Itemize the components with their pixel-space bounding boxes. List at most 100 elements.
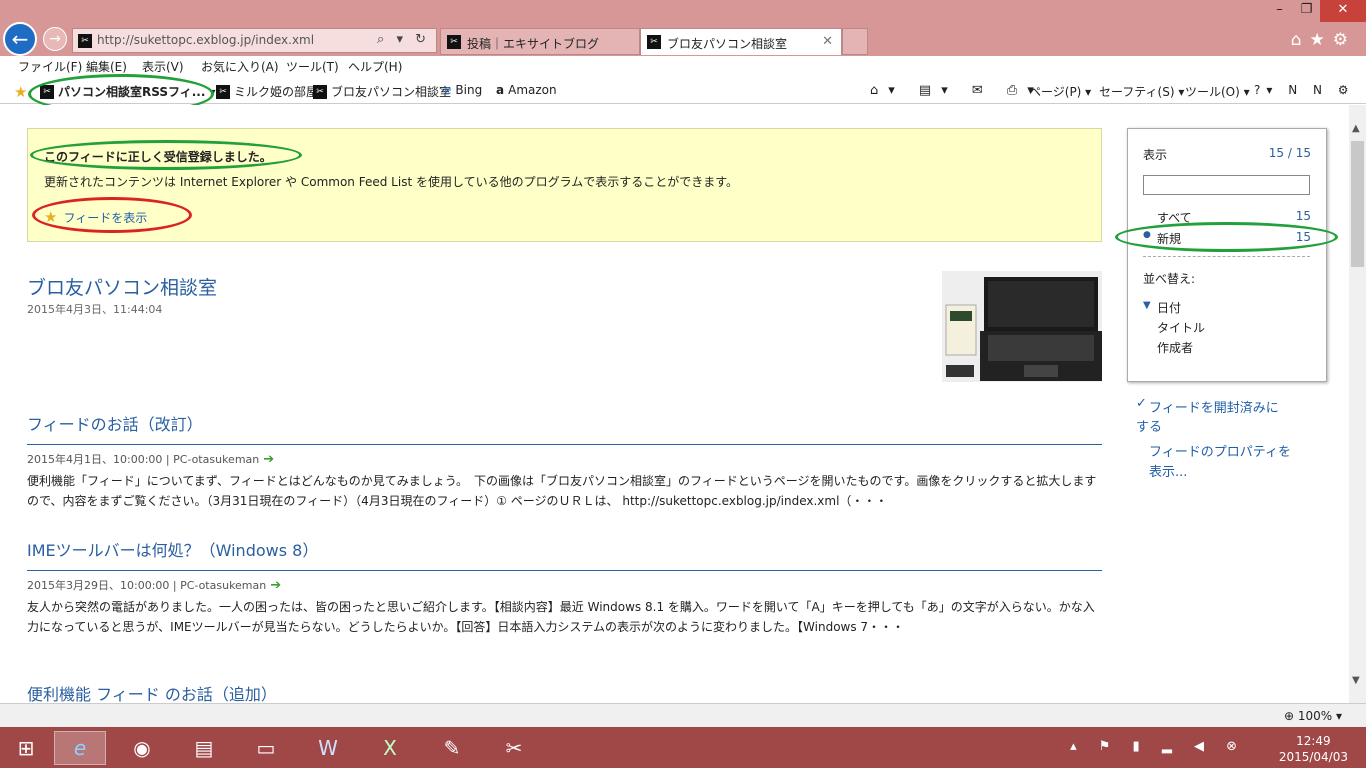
subscribed-message: このフィードに正しく受信登録しました。	[44, 150, 272, 164]
menu-help[interactable]: ヘルプ(H)	[348, 58, 402, 75]
address-bar[interactable]: ✂ http://sukettopc.exblog.jp/index.xml ⌕…	[72, 28, 437, 53]
snipping-taskbar-icon[interactable]: ✂	[488, 731, 540, 765]
page-menu[interactable]: ページ(P) ▾	[1029, 83, 1091, 100]
article-2: IMEツールバーは何処？（Windows 8） 2015年3月29日、10:00…	[27, 537, 1102, 637]
feed-filter-panel: 表示 15 / 15 すべて 15 ● 新規 15 並べ替え: ▼ 日付 タイト…	[1127, 128, 1327, 382]
scroll-up-icon[interactable]: ▲	[1352, 123, 1360, 134]
sort-date[interactable]: 日付	[1157, 299, 1181, 316]
tab-close-icon[interactable]: ✕	[822, 34, 833, 49]
subscribe-banner: このフィードに正しく受信登録しました。 更新されたコンテンツは Internet…	[27, 128, 1102, 242]
menu-edit[interactable]: 編集(E)	[86, 58, 127, 75]
view-feed-link[interactable]: ★ フィードを表示	[44, 208, 147, 226]
feed-image[interactable]	[942, 271, 1102, 382]
mark-read-link[interactable]: フィードを開封済みに	[1149, 397, 1279, 416]
scroll-down-icon[interactable]: ▼	[1352, 675, 1360, 686]
feed-page: このフィードに正しく受信登録しました。 更新されたコンテンツは Internet…	[0, 105, 1349, 703]
minimize-button[interactable]: –	[1266, 0, 1293, 22]
back-button[interactable]: ←	[3, 22, 37, 56]
home-favorites-tools-icons[interactable]: ⌂★⚙	[1291, 30, 1356, 50]
help-onenote-icons[interactable]: ?▾ N N ⚙	[1254, 83, 1355, 97]
display-count: 15 / 15	[1268, 146, 1311, 160]
zoom-level[interactable]: ⊕ 100% ▾	[1284, 709, 1342, 723]
feeds-dropdown-label: パソコン相談室RSSフィ...	[58, 85, 206, 99]
menu-favorites[interactable]: お気に入り(A)	[201, 58, 279, 75]
filter-new-count: 15	[1295, 230, 1311, 244]
site-favicon: ✂	[78, 34, 92, 48]
clock-time: 12:49	[1296, 734, 1331, 748]
filter-new[interactable]: 新規	[1157, 230, 1181, 247]
zoom-value: 100%	[1297, 709, 1333, 723]
sort-label: 並べ替え:	[1143, 272, 1196, 286]
bullet-icon: ●	[1143, 230, 1151, 240]
article-title[interactable]: 便利機能 フィード のお話（追加）	[27, 681, 1102, 703]
contacts-taskbar-icon[interactable]: ▤	[178, 731, 230, 765]
filter-all[interactable]: すべて	[1157, 209, 1192, 226]
home-feed-mail-print-icons[interactable]: ⌂▾ ▤▾ ✉ ⎙▾	[870, 83, 1044, 98]
article-meta: 2015年4月1日、10:00:00 | PC-otasukeman	[27, 453, 260, 466]
feed-search-input[interactable]	[1143, 175, 1310, 195]
close-window-button[interactable]: ✕	[1320, 0, 1366, 22]
article-body: 便利機能「フィード」についてまず、フィードとはどんなものか見てみましょう。 下の…	[27, 474, 1097, 508]
view-feed-label: フィードを表示	[63, 210, 148, 225]
fav-label: Amazon	[508, 83, 557, 97]
window-controls: – ❐ ✕	[1266, 0, 1366, 22]
fav-favicon: ✂	[313, 84, 327, 99]
menu-bar: ファイル(F) 編集(E) 表示(V) お気に入り(A) ツール(T) ヘルプ(…	[0, 56, 1366, 78]
menu-file[interactable]: ファイル(F)	[18, 58, 82, 75]
new-tab-button[interactable]	[842, 28, 868, 55]
go-arrow-icon[interactable]: ➔	[270, 578, 281, 593]
display-label: 表示	[1143, 148, 1168, 162]
amazon-icon: a	[496, 83, 505, 97]
address-url[interactable]: http://sukettopc.exblog.jp/index.xml	[97, 33, 314, 47]
feed-properties-link-cont[interactable]: 表示...	[1149, 461, 1187, 480]
vertical-scrollbar[interactable]: ▲ ▼	[1349, 105, 1366, 703]
star-icon: ★	[44, 208, 58, 226]
word-taskbar-icon[interactable]: W	[302, 731, 354, 765]
favorites-star-icon[interactable]: ★	[14, 83, 27, 101]
status-bar: ⊕ 100% ▾	[0, 703, 1366, 727]
menu-tools[interactable]: ツール(T)	[286, 58, 339, 75]
feed-title[interactable]: ブロ友パソコン相談室	[27, 273, 217, 300]
sort-desc-icon: ▼	[1143, 300, 1151, 311]
tools-menu[interactable]: ツール(O) ▾	[1185, 83, 1250, 100]
sort-title[interactable]: タイトル	[1157, 319, 1205, 336]
divider	[1143, 256, 1310, 257]
fav-label: ブロ友パソコン相談室	[331, 85, 452, 99]
tab-label: ブロ友パソコン相談室	[667, 37, 788, 51]
chrome-taskbar-icon[interactable]: ◉	[116, 731, 168, 765]
sort-author[interactable]: 作成者	[1157, 339, 1193, 356]
feed-favicon: ✂	[40, 84, 54, 99]
fav-item-amazon[interactable]: a Amazon	[496, 83, 557, 97]
fav-favicon: ✂	[216, 84, 230, 99]
scroll-thumb[interactable]	[1351, 141, 1364, 267]
taskbar-clock[interactable]: 12:49 2015/04/03	[1279, 733, 1348, 765]
menu-view[interactable]: 表示(V)	[142, 58, 184, 75]
article-title[interactable]: フィードのお話（改訂）	[27, 411, 1102, 435]
browser-titlebar: ← → ✂ http://sukettopc.exblog.jp/index.x…	[0, 0, 1366, 56]
system-tray-icons[interactable]: ▴ ⚑ ▮ ▂ ◀ ⊗	[1070, 739, 1246, 754]
excel-taskbar-icon[interactable]: X	[364, 731, 416, 765]
go-arrow-icon[interactable]: ➔	[263, 452, 274, 467]
paint-taskbar-icon[interactable]: ✎	[426, 731, 478, 765]
fav-item-bing[interactable]: e Bing	[444, 83, 482, 97]
explorer-taskbar-icon[interactable]: ▭	[240, 731, 292, 765]
address-controls-icons[interactable]: ⌕ ▾ ↻	[377, 32, 430, 47]
feed-properties-link[interactable]: フィードのプロパティを	[1149, 441, 1291, 460]
forward-button[interactable]: →	[43, 27, 67, 51]
checkmark-icon: ✓	[1136, 396, 1147, 411]
fav-item-blog[interactable]: ✂ ブロ友パソコン相談室	[313, 83, 451, 100]
fav-item-milk[interactable]: ✂ ミルク姫の部屋	[216, 83, 318, 100]
tab-excite-post[interactable]: ✂ 投稿｜エキサイトブログ	[440, 28, 640, 55]
start-button[interactable]: ⊞	[0, 731, 52, 765]
safety-menu[interactable]: セーフティ(S) ▾	[1099, 83, 1184, 100]
ie-taskbar-icon[interactable]: e	[54, 731, 106, 765]
mark-read-link-cont[interactable]: する	[1136, 416, 1162, 435]
tab-blog-active[interactable]: ✂ ブロ友パソコン相談室 ✕	[640, 28, 842, 55]
article-1: フィードのお話（改訂） 2015年4月1日、10:00:00 | PC-otas…	[27, 411, 1102, 511]
article-divider	[27, 570, 1102, 571]
article-title[interactable]: IMEツールバーは何処？（Windows 8）	[27, 537, 1102, 561]
fav-label: Bing	[455, 83, 483, 97]
feeds-dropdown[interactable]: ✂ パソコン相談室RSSフィ... ▾	[40, 83, 215, 100]
article-divider	[27, 444, 1102, 445]
maximize-button[interactable]: ❐	[1293, 0, 1320, 22]
